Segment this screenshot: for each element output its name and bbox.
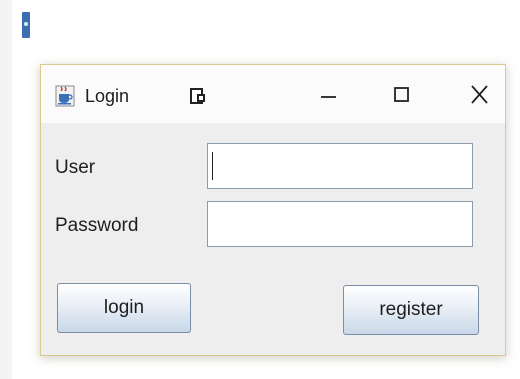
window-title: Login: [85, 86, 130, 106]
maximize-icon: [394, 87, 409, 102]
document-icon[interactable]: [189, 87, 207, 105]
password-label: Password: [55, 215, 139, 236]
minimize-button[interactable]: [309, 79, 349, 111]
login-window: Login User Password login register: [40, 64, 506, 356]
form-panel: User Password login register: [41, 123, 505, 357]
text-cursor: [212, 152, 213, 180]
password-input[interactable]: [207, 201, 473, 247]
java-cup-icon: [55, 85, 75, 107]
desktop: Login User Password login register: [0, 0, 520, 379]
left-panel-strip: [0, 0, 12, 379]
close-icon: [471, 85, 488, 104]
user-label: User: [55, 157, 96, 178]
maximize-button[interactable]: [382, 79, 422, 111]
title-bar[interactable]: Login: [41, 65, 505, 123]
taskbar-app-icon[interactable]: [22, 12, 30, 38]
user-input[interactable]: [207, 143, 473, 189]
login-button[interactable]: login: [57, 283, 191, 333]
register-button[interactable]: register: [343, 285, 479, 335]
close-button[interactable]: [460, 79, 500, 111]
minimize-icon: [321, 96, 336, 98]
